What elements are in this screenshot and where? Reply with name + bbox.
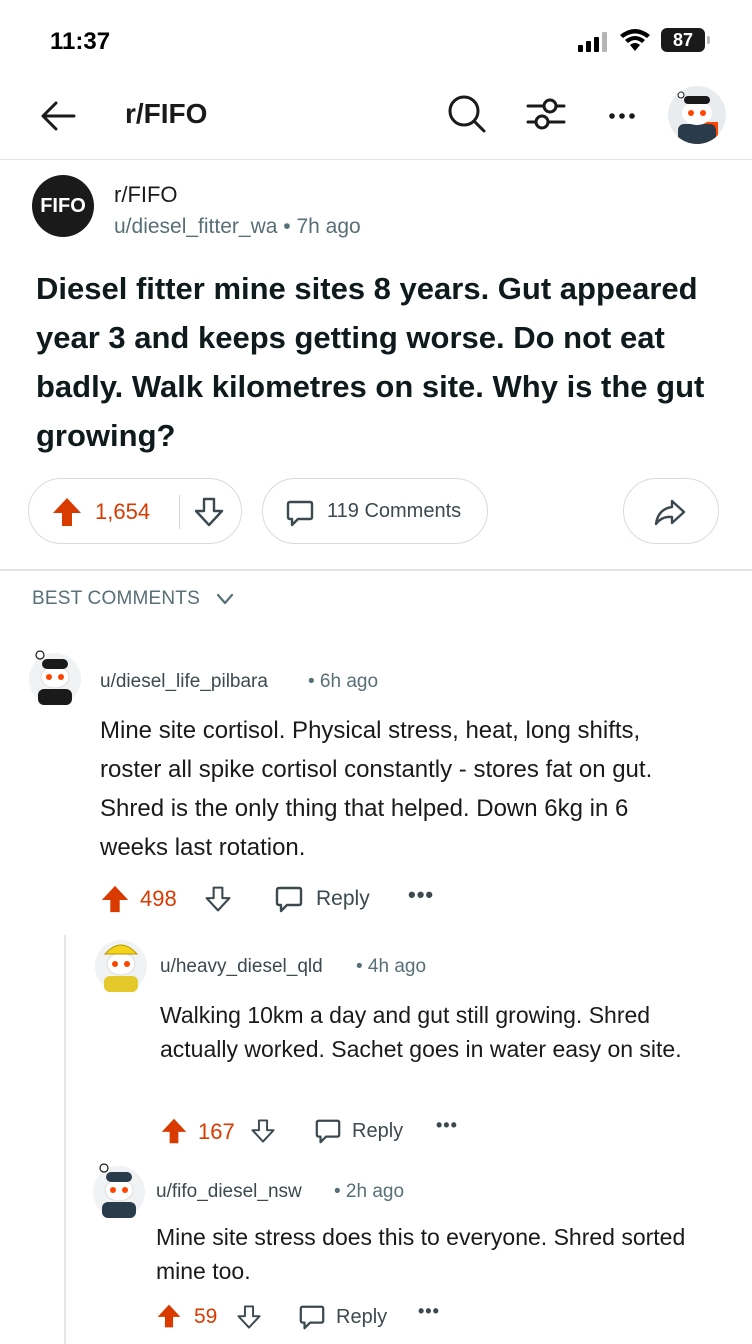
comment-body: Mine site cortisol. Physical stress, hea… [100, 717, 653, 861]
upvote-icon[interactable] [160, 1117, 188, 1145]
downvote-icon[interactable] [204, 884, 232, 914]
subreddit-logo[interactable]: FIFO [32, 175, 94, 237]
more-options-icon[interactable]: ••• [418, 1301, 440, 1322]
battery-tip [707, 36, 710, 44]
commenter-avatar[interactable] [94, 932, 148, 992]
comment-icon [286, 500, 314, 527]
comment-body: Walking 10km a day and gut still growing… [160, 1002, 682, 1062]
share-button[interactable] [623, 478, 719, 544]
comment-timestamp: • 6h ago [308, 671, 379, 692]
vote-pill: 1,654 [28, 478, 242, 544]
more-options-icon[interactable] [600, 92, 644, 136]
reply-button[interactable]: Reply [336, 1306, 387, 1329]
subreddit-name[interactable]: r/FIFO [114, 182, 178, 208]
comment-username[interactable]: u/fifo_diesel_nsw [156, 1181, 302, 1203]
comment-body: Mine site stress does this to everyone. … [156, 1224, 686, 1284]
search-icon[interactable] [444, 92, 488, 136]
comment-actions: 167 Reply ••• [160, 1113, 480, 1153]
status-bar: 11:37 87 [0, 0, 752, 80]
chevron-down-icon[interactable] [216, 592, 234, 606]
post-title: Diesel fitter mine sites 8 years. Gut ap… [36, 271, 705, 453]
comment-vote-count: 498 [140, 886, 177, 911]
filter-icon[interactable] [524, 92, 568, 136]
section-divider [0, 569, 752, 571]
downvote-icon[interactable] [236, 1303, 262, 1331]
share-icon [654, 499, 686, 526]
comment-vote-count: 167 [198, 1119, 235, 1144]
wifi-icon [620, 29, 650, 51]
comment-username[interactable]: u/diesel_life_pilbara [100, 671, 268, 693]
vote-separator [179, 495, 180, 529]
header-title: r/FIFO [125, 98, 208, 129]
comment-timestamp: • 4h ago [356, 956, 427, 977]
downvote-icon[interactable] [250, 1117, 276, 1145]
status-time: 11:37 [50, 28, 111, 55]
more-options-icon[interactable]: ••• [436, 1115, 458, 1136]
upvote-icon[interactable] [156, 1303, 182, 1329]
more-options-icon[interactable]: ••• [408, 882, 434, 908]
user-avatar[interactable] [668, 86, 726, 144]
comment-sort-label[interactable]: BEST COMMENTS [32, 588, 200, 610]
post-author-meta: u/diesel_fitter_wa • 7h ago [114, 215, 361, 238]
downvote-icon[interactable] [193, 496, 225, 528]
battery-icon: 87 [661, 28, 705, 52]
comment-username[interactable]: u/heavy_diesel_qld [160, 956, 323, 978]
thread-line[interactable] [64, 935, 66, 1344]
upvote-icon[interactable] [100, 884, 130, 914]
comment-vote-count: 59 [194, 1305, 218, 1328]
commenter-avatar[interactable] [28, 645, 82, 705]
reply-icon[interactable] [274, 884, 304, 914]
post-vote-count: 1,654 [95, 499, 151, 524]
comments-button[interactable]: 119 Comments [262, 478, 488, 544]
commenter-avatar[interactable] [92, 1158, 146, 1218]
post-header: FIFO r/FIFO u/diesel_fitter_wa • 7h ago [32, 175, 722, 245]
reply-icon[interactable] [314, 1117, 342, 1145]
reply-icon[interactable] [298, 1303, 326, 1331]
reply-button[interactable]: Reply [316, 887, 370, 911]
back-arrow-icon[interactable] [36, 94, 80, 138]
comments-count-label: 119 Comments [327, 500, 462, 522]
comment-actions: 498 Reply ••• [100, 880, 460, 920]
upvote-icon[interactable] [51, 496, 83, 528]
cellular-signal-icon [578, 32, 607, 52]
comment-timestamp: • 2h ago [334, 1181, 405, 1202]
comment-actions: 59 Reply ••• [156, 1299, 456, 1339]
reply-button[interactable]: Reply [352, 1120, 403, 1143]
app-header: r/FIFO [0, 80, 752, 160]
